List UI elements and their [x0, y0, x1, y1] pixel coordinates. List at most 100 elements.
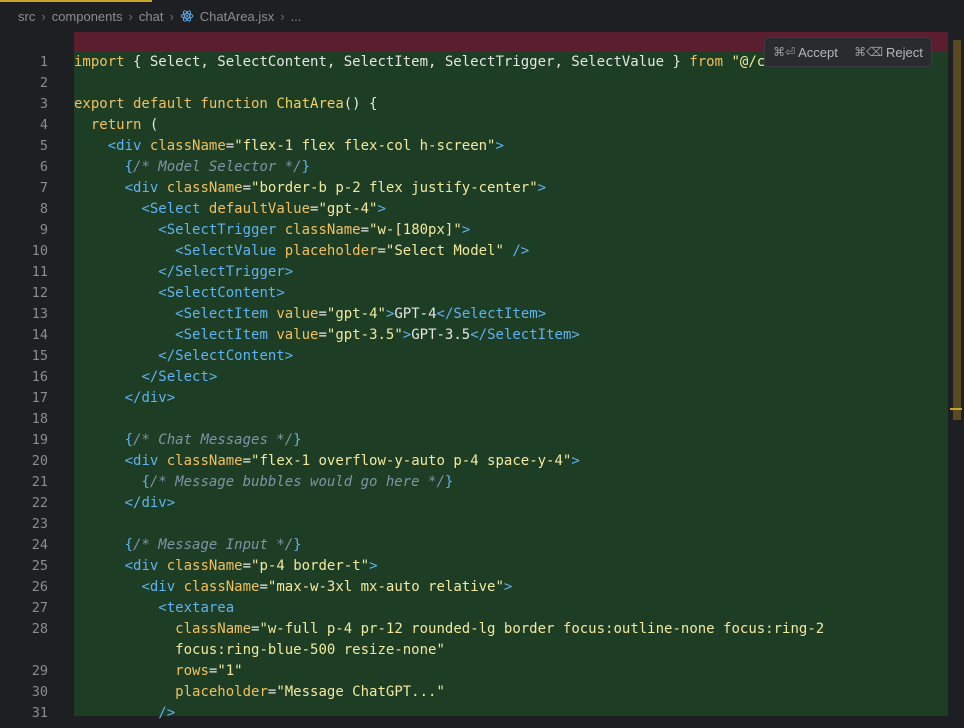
code-line[interactable]: 11 </SelectTrigger>: [0, 262, 948, 283]
code-token: /* Model Selector */: [133, 159, 302, 175]
code-line[interactable]: 24 {/* Message Input */}: [0, 535, 948, 556]
scrollbar-cursor-marker: [950, 408, 962, 410]
code-line[interactable]: 6 {/* Model Selector */}: [0, 157, 948, 178]
code-line[interactable]: 4 return (: [0, 115, 948, 136]
breadcrumb-item-more[interactable]: ...: [291, 9, 302, 24]
chevron-right-icon: ›: [280, 8, 285, 24]
code-token: =: [259, 579, 268, 595]
code-line[interactable]: 12 <SelectContent>: [0, 283, 948, 304]
breadcrumb-item-components[interactable]: components: [52, 9, 123, 24]
code-line[interactable]: 31 />: [0, 703, 948, 724]
code-token: <: [175, 306, 184, 322]
code-token: rows: [175, 663, 209, 679]
code-line[interactable]: 19 {/* Chat Messages */}: [0, 430, 948, 451]
line-number: 20: [31, 453, 48, 469]
code-token: SelectTrigger: [175, 264, 285, 280]
code-line[interactable]: 28 className="w-full p-4 pr-12 rounded-l…: [0, 619, 948, 640]
code-text: {/* Message Input */}: [74, 535, 302, 556]
line-number: 5: [39, 138, 48, 154]
code-token: "Select Model": [385, 243, 504, 259]
code-line[interactable]: 7 <div className="border-b p-2 flex just…: [0, 178, 948, 199]
code-editor[interactable]: 1 import { Select, SelectContent, SelectI…: [0, 32, 964, 728]
code-text: export default function ChatArea() {: [74, 94, 377, 115]
code-line[interactable]: 13 <SelectItem value="gpt-4">GPT-4</Sele…: [0, 304, 948, 325]
line-number: 21: [31, 474, 48, 490]
code-line[interactable]: 23: [0, 514, 948, 535]
code-text: <div className="p-4 border-t">: [74, 556, 378, 577]
code-token: return: [90, 117, 142, 133]
line-number: 4: [39, 117, 48, 133]
breadcrumb-item-file[interactable]: ChatArea.jsx: [200, 9, 274, 24]
code-line[interactable]: 15 </SelectContent>: [0, 346, 948, 367]
line-number: 11: [31, 264, 48, 280]
code-line[interactable]: 17 </div>: [0, 388, 948, 409]
code-line[interactable]: 5 <div className="flex-1 flex flex-col h…: [0, 136, 948, 157]
code-token: <: [124, 180, 134, 196]
code-line[interactable]: 14 <SelectItem value="gpt-3.5">GPT-3.5</…: [0, 325, 948, 346]
code-token: () {: [343, 96, 378, 112]
line-number: 29: [31, 663, 48, 679]
code-line[interactable]: 21 {/* Message bubbles would go here */}: [0, 472, 948, 493]
code-lines[interactable]: 1 import { Select, SelectContent, SelectI…: [0, 52, 948, 724]
line-number: 7: [39, 180, 48, 196]
code-token: <: [158, 222, 167, 238]
code-token: >: [503, 579, 513, 595]
code-token: </: [158, 264, 176, 280]
code-token: div: [141, 495, 167, 511]
code-token: "w-[180px]": [369, 222, 462, 238]
code-line[interactable]: 20 <div className="flex-1 overflow-y-aut…: [0, 451, 948, 472]
code-line[interactable]: 22 </div>: [0, 493, 948, 514]
code-line[interactable]: 18: [0, 409, 948, 430]
code-token: >: [461, 222, 471, 238]
code-line[interactable]: 27 <textarea: [0, 598, 948, 619]
code-token: >: [495, 138, 504, 154]
code-token: <: [124, 558, 134, 574]
react-icon: [180, 9, 194, 23]
code-line[interactable]: 10 <SelectValue placeholder="Select Mode…: [0, 241, 948, 262]
line-number: 2: [39, 75, 48, 91]
code-text: </div>: [74, 388, 176, 409]
code-token: div: [149, 579, 176, 595]
code-token: SelectValue: [183, 243, 277, 259]
breadcrumb-item-src[interactable]: src: [18, 9, 35, 24]
code-line[interactable]: 26 <div className="max-w-3xl mx-auto rel…: [0, 577, 948, 598]
breadcrumb-item-chat[interactable]: chat: [139, 9, 164, 24]
code-text: import { Select, SelectContent, SelectIt…: [74, 52, 765, 73]
code-token: textarea: [166, 600, 235, 616]
code-line[interactable]: 9 <SelectTrigger className="w-[180px]">: [0, 220, 948, 241]
code-line[interactable]: 30 placeholder="Message ChatGPT...": [0, 682, 948, 703]
code-token: "gpt-4": [326, 306, 386, 322]
code-token: <: [141, 201, 150, 217]
code-line[interactable]: 16 </Select>: [0, 367, 948, 388]
code-token: /* Message Input */: [133, 537, 294, 553]
code-token: =: [318, 306, 327, 322]
code-line[interactable]: 3 export default function ChatArea() {: [0, 94, 948, 115]
accept-button[interactable]: ⌘⏎ Accept: [773, 45, 838, 60]
code-token: {: [141, 474, 150, 490]
code-line[interactable]: 8 <Select defaultValue="gpt-4">: [0, 199, 948, 220]
code-token: >: [166, 495, 176, 511]
code-token: SelectItem: [183, 306, 268, 322]
code-text: return (: [74, 115, 158, 136]
code-line[interactable]: 29 rows="1": [0, 661, 948, 682]
code-token: SelectItem: [487, 327, 572, 343]
scrollbar-thumb[interactable]: [953, 40, 961, 420]
line-number: 17: [31, 390, 48, 406]
code-line[interactable]: focus:ring-blue-500 resize-none": [0, 640, 948, 661]
code-line[interactable]: 2: [0, 73, 948, 94]
code-line[interactable]: 25 <div className="p-4 border-t">: [0, 556, 948, 577]
reject-button[interactable]: ⌘⌫ Reject: [854, 45, 923, 60]
code-token: =: [242, 558, 252, 574]
